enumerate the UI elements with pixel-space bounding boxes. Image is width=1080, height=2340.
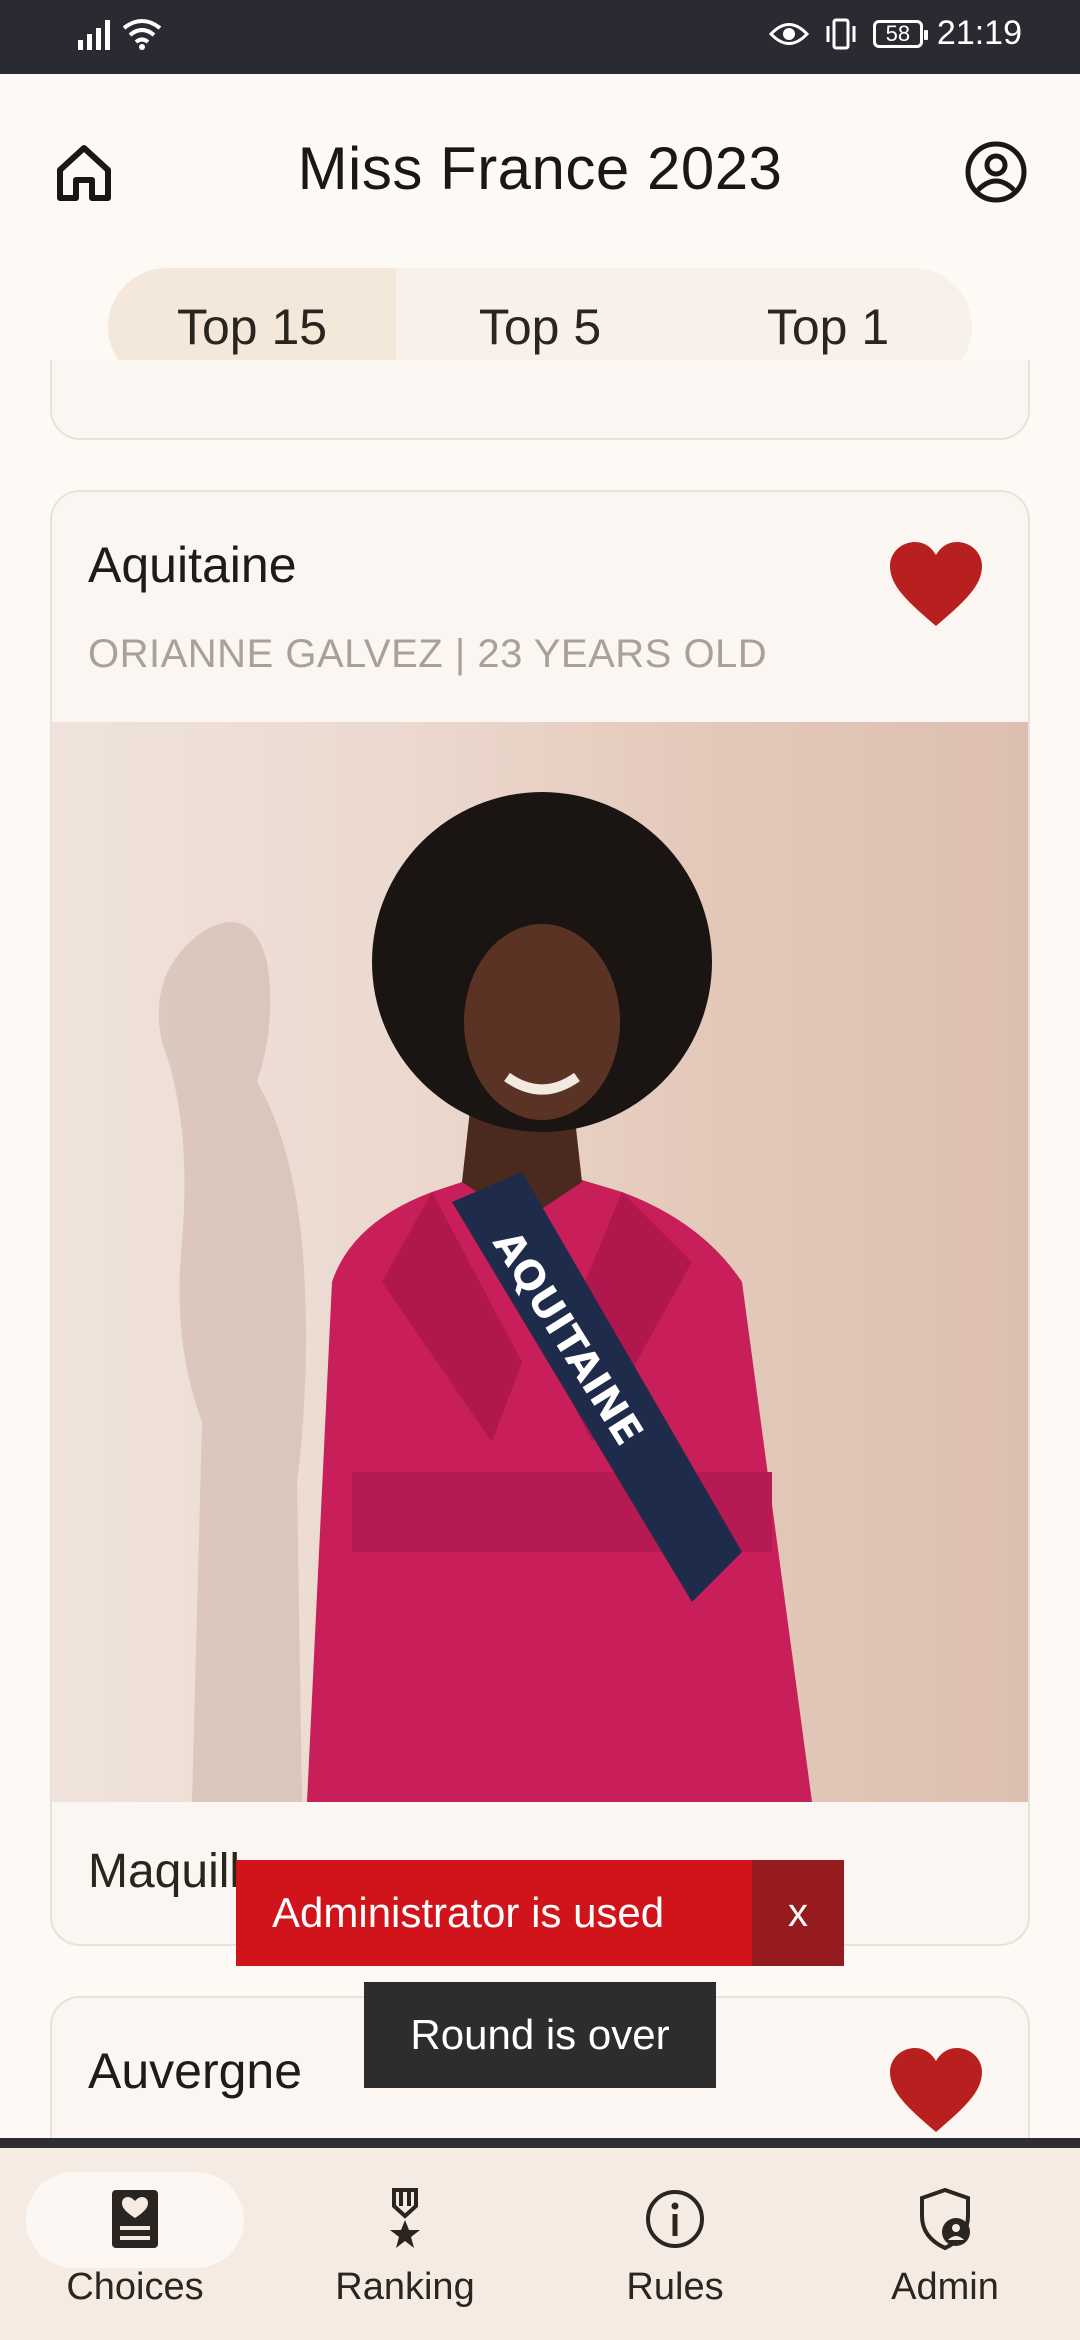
account-icon[interactable] [964,140,1028,204]
candidate-card-previous[interactable] [50,360,1030,440]
candidate-subtitle: ORIANNE GALVEZ | 23 YEARS OLD [88,632,768,676]
nav-label: Choices [66,2266,204,2308]
wifi-icon [122,19,162,50]
eye-icon [768,22,809,45]
choices-icon [112,2190,158,2248]
round-over-toast: Round is over [364,1982,716,2088]
info-icon [646,2190,704,2248]
signal-icon [78,20,110,50]
status-bar: 58 21:19 [0,0,1080,74]
nav-label: Rules [626,2266,724,2308]
admin-toast: Administrator is used x [236,1860,844,1966]
nav-label: Ranking [335,2266,475,2308]
tab-label: Top 5 [478,299,602,355]
clock: 21:19 [936,14,1022,52]
nav-rules[interactable]: Rules [555,2148,795,2340]
battery-level: 58 [885,20,911,46]
candidate-region: Aquitaine [88,537,297,593]
vibrate-icon [826,18,856,49]
candidate-photo: AQUITAINE [52,722,1028,1802]
admin-toast-message: Administrator is used [272,1889,665,1936]
app-header: Miss France 2023 [0,74,1080,264]
toast-close-button[interactable]: x [752,1860,844,1966]
nav-choices[interactable]: Choices [15,2148,255,2340]
status-left [78,18,162,50]
candidate-portrait: AQUITAINE [158,792,812,1802]
admin-shield-icon [920,2187,970,2251]
page-title: Miss France 2023 [297,135,783,202]
candidate-region: Auvergne [88,2043,303,2099]
medal-icon [390,2188,420,2248]
nav-label: Admin [891,2266,999,2308]
tab-label: Top 1 [766,299,890,355]
bottom-navigation: Choices Ranking Rules Admin [0,2148,1080,2340]
candidate-description: Maquill [88,1845,241,1898]
tab-label: Top 15 [176,299,328,355]
favorite-heart-icon[interactable] [888,2048,984,2136]
nav-ranking[interactable]: Ranking [285,2148,525,2340]
nav-admin[interactable]: Admin [825,2148,1065,2340]
favorite-heart-icon[interactable] [888,542,984,630]
candidate-card[interactable]: Aquitaine ORIANNE GALVEZ | 23 YEARS OLD … [50,490,1030,1946]
battery-icon: 58 [872,19,928,48]
status-right: 58 21:19 [768,14,1022,53]
bottom-nav-divider [0,2138,1080,2148]
